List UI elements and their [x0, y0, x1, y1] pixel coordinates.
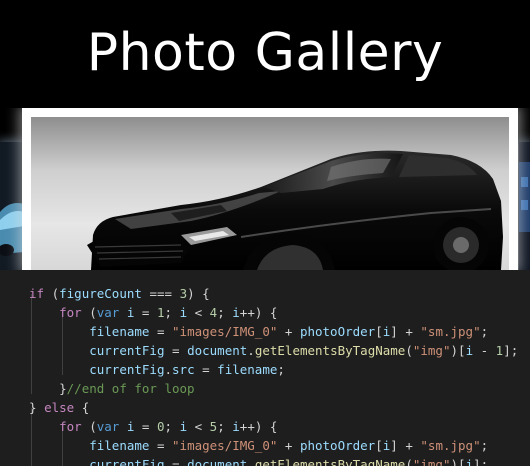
featured-photo-frame[interactable]	[22, 108, 518, 270]
photo-gallery-page: Photo Gallery if (figureCount === 3) {f…	[0, 0, 530, 466]
code-line-6: }//end of for loop	[29, 381, 195, 396]
car-photo-icon	[519, 142, 530, 270]
page-title: Photo Gallery	[86, 23, 444, 83]
code-line-8: for (var i = 0; i < 5; i++) {	[59, 419, 278, 434]
code-line-9: filename = "images/IMG_0" + photoOrder[i…	[89, 438, 489, 453]
code-line-2: for (var i = 1; i < 4; i++) {	[59, 305, 278, 320]
car-photo-icon	[31, 117, 509, 270]
code-line-3: filename = "images/IMG_0" + photoOrder[i…	[89, 324, 489, 339]
featured-photo[interactable]	[31, 117, 509, 270]
gallery-thumbnail-left[interactable]	[0, 142, 24, 270]
photo-gallery	[0, 108, 530, 270]
code-editor-panel[interactable]: if (figureCount === 3) { for (var i = 1;…	[0, 270, 530, 466]
code-line-1: if (figureCount === 3) {	[29, 286, 210, 301]
car-photo-icon	[0, 142, 24, 270]
code-line-10: currentFig = document.getElementsByTagNa…	[89, 457, 489, 466]
code-line-5: currentFig.src = filename;	[89, 362, 285, 377]
gallery-thumbnail-right[interactable]	[519, 142, 530, 270]
code-line-7: } else {	[29, 400, 90, 415]
code-line-4: currentFig = document.getElementsByTagNa…	[89, 343, 519, 358]
